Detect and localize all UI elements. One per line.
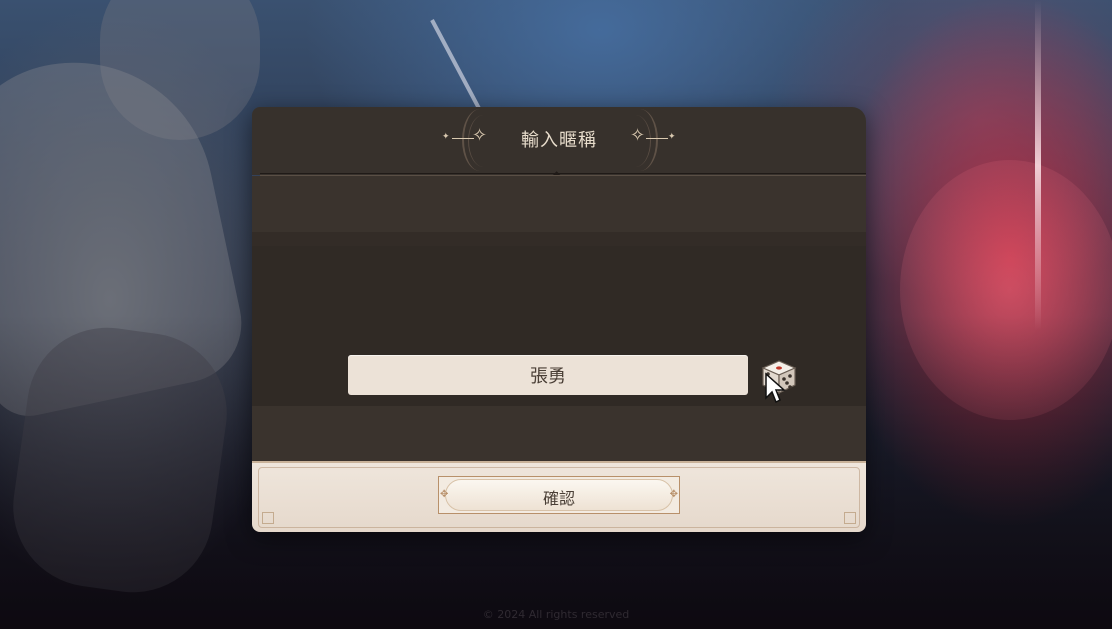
nickname-input[interactable]: [348, 355, 748, 395]
title-line-ornament-right: [646, 138, 668, 139]
header-divider: [260, 173, 866, 174]
dice-icon: [761, 360, 797, 394]
random-name-button[interactable]: [760, 359, 798, 395]
dialog-header: ✦ ✧ 輸入暱稱 ✧ ✦ ◆: [252, 107, 866, 181]
corner-ornament-bottom-right: [844, 512, 856, 524]
dialog-body: [252, 176, 866, 461]
corner-ornament-bottom-left: [262, 512, 274, 524]
confirm-button-label: 確認: [542, 489, 575, 508]
nickname-dialog: ✦ ✧ 輸入暱稱 ✧ ✦ ◆: [252, 107, 866, 532]
copyright-text: © 2024 All rights reserved: [482, 608, 630, 621]
title-star-ornament-right: ✧: [630, 125, 646, 146]
title-dot-ornament-right: ✦: [668, 132, 676, 142]
dialog-title: 輸入暱稱: [521, 130, 597, 151]
confirm-button[interactable]: ✥ ✥ 確認: [438, 476, 680, 514]
dialog-footer: ✥ ✥ 確認: [252, 461, 866, 532]
